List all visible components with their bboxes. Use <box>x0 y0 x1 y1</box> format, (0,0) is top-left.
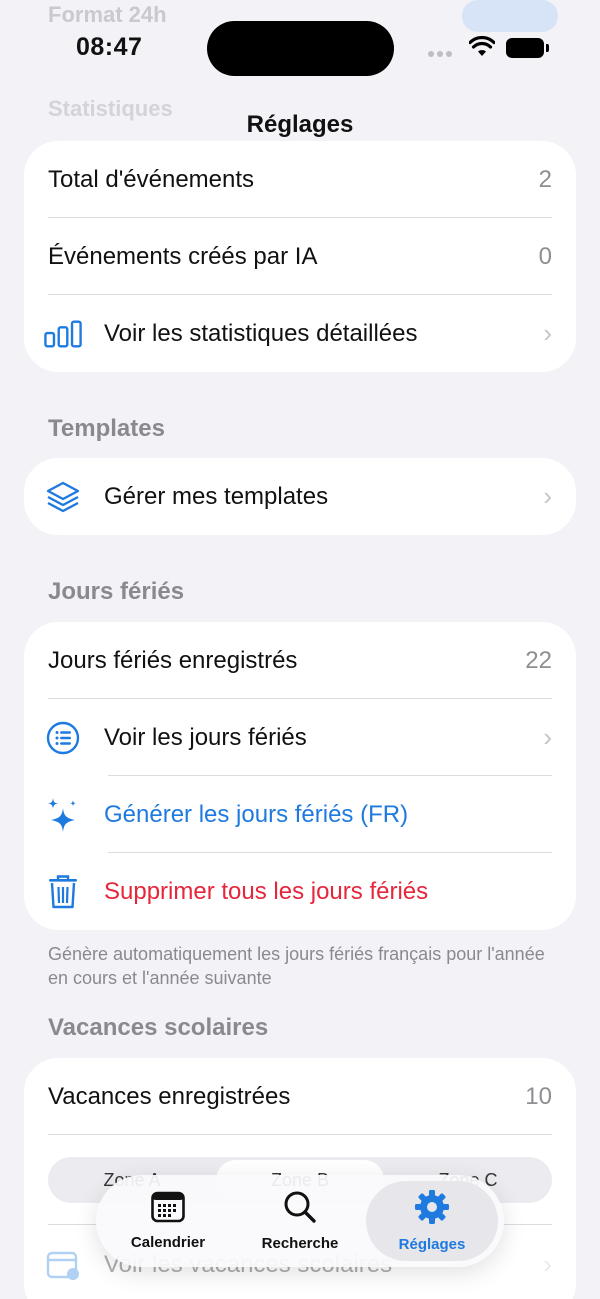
holidays-registered-label: Jours fériés enregistrés <box>48 646 298 674</box>
bar-chart-icon <box>44 315 82 353</box>
holidays-registered-row: Jours fériés enregistrés 22 <box>24 622 576 699</box>
cellular-signal-icon <box>428 44 455 62</box>
page-title: Réglages <box>246 111 354 138</box>
generate-holidays-row[interactable]: Générer les jours fériés (FR) <box>24 776 576 853</box>
tab-calendar-label: Calendrier <box>130 1234 206 1251</box>
tab-settings-label: Réglages <box>398 1236 466 1253</box>
status-bar: 08:47 <box>0 0 600 96</box>
chevron-right-icon: › <box>543 722 552 752</box>
chevron-right-icon: › <box>543 1249 552 1279</box>
generate-holidays-label: Générer les jours fériés (FR) <box>104 800 409 828</box>
tab-search[interactable]: Recherche <box>234 1181 366 1261</box>
total-events-value: 2 <box>538 165 552 193</box>
tab-settings[interactable]: Réglages <box>366 1181 498 1261</box>
tab-search-label: Recherche <box>261 1235 339 1252</box>
view-holidays-label: Voir les jours fériés <box>104 723 307 751</box>
detailed-stats-label: Voir les statistiques détaillées <box>104 319 418 347</box>
tab-calendar[interactable]: Calendrier <box>102 1181 234 1261</box>
holidays-registered-value: 22 <box>525 646 552 674</box>
vacations-registered-label: Vacances enregistrées <box>48 1082 291 1110</box>
view-holidays-row[interactable]: Voir les jours fériés › <box>24 699 576 776</box>
total-events-row: Total d'événements 2 <box>24 141 576 218</box>
vacations-registered-value: 10 <box>525 1082 552 1110</box>
sparkles-icon <box>44 796 82 834</box>
templates-card: Gérer mes templates › <box>24 458 576 535</box>
wifi-icon <box>468 35 496 63</box>
trash-icon <box>44 873 82 911</box>
settings-screen: Format 24h Statistiques 08:47 Réglages T… <box>0 0 600 1299</box>
vacations-registered-row: Vacances enregistrées 10 <box>24 1058 576 1135</box>
delete-holidays-label: Supprimer tous les jours fériés <box>104 877 429 905</box>
calendar-icon <box>151 1191 185 1228</box>
layers-icon <box>44 478 82 516</box>
manage-templates-label: Gérer mes templates <box>104 482 329 510</box>
holidays-footnote: Génère automatiquement les jours fériés … <box>48 944 545 988</box>
ai-events-value: 0 <box>538 242 552 270</box>
manage-templates-row[interactable]: Gérer mes templates › <box>24 458 576 535</box>
calendar-badge-icon <box>44 1246 82 1284</box>
chevron-right-icon: › <box>543 318 552 348</box>
ai-events-label: Événements créés par IA <box>48 242 318 270</box>
ai-events-row: Événements créés par IA 0 <box>24 218 576 295</box>
list-icon <box>44 719 82 757</box>
battery-icon <box>506 38 549 58</box>
chevron-right-icon: › <box>543 481 552 511</box>
vacations-header: Vacances scolaires <box>48 1014 269 1041</box>
holidays-card: Jours fériés enregistrés 22 Voir les jou… <box>24 622 576 930</box>
delete-holidays-row[interactable]: Supprimer tous les jours fériés <box>24 853 576 930</box>
dynamic-island <box>207 21 394 76</box>
search-icon <box>283 1190 317 1229</box>
total-events-label: Total d'événements <box>48 165 255 193</box>
templates-header: Templates <box>48 415 165 442</box>
detailed-stats-row[interactable]: Voir les statistiques détaillées › <box>24 295 576 372</box>
tab-bar: Calendrier Recherche Réglages <box>96 1175 504 1267</box>
status-time: 08:47 <box>76 33 143 61</box>
holidays-header: Jours fériés <box>48 578 185 605</box>
statistics-card: Total d'événements 2 Événements créés pa… <box>24 141 576 372</box>
gear-icon <box>414 1189 450 1230</box>
